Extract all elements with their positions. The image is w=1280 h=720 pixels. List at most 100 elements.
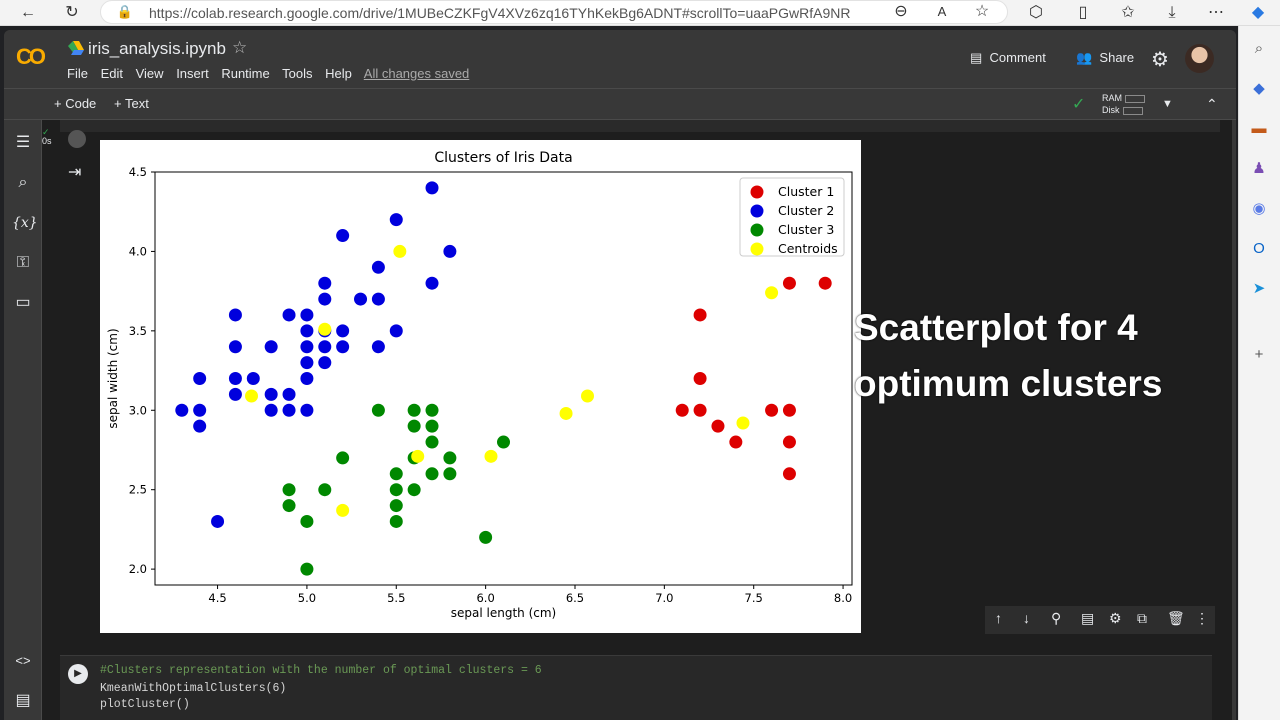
data-point-cluster-3	[497, 435, 510, 449]
comment-button[interactable]: ▤ Comment	[970, 50, 1046, 66]
tag-icon[interactable]: ◆	[1248, 78, 1270, 100]
overlay-line-2: optimum clusters	[854, 363, 1163, 404]
data-point-cluster-3	[336, 451, 350, 465]
menu-edit[interactable]: Edit	[101, 66, 123, 81]
data-point-centroids	[318, 322, 332, 336]
data-point-cluster-2	[371, 340, 385, 354]
data-point-cluster-3	[282, 483, 296, 497]
more-menu-icon[interactable]: ⋯	[1206, 3, 1226, 23]
key-icon[interactable]: ⚿	[12, 252, 34, 274]
download-icon[interactable]: ⤓	[1162, 3, 1182, 23]
address-bar[interactable]: 🔒 https://colab.research.google.com/driv…	[100, 0, 1008, 24]
more-vert-icon[interactable]: ⋮	[1195, 610, 1209, 627]
x-tick-label: 7.0	[655, 591, 673, 605]
lock-icon[interactable]: 🔒	[115, 2, 135, 22]
data-point-cluster-2	[336, 340, 350, 354]
notebook-title[interactable]: iris_analysis.ipynb	[88, 39, 226, 59]
move-down-icon[interactable]: ↓	[1023, 610, 1030, 626]
back-icon[interactable]: ←	[18, 3, 38, 23]
y-tick-label: 3.5	[129, 324, 147, 338]
plot-output: Clusters of Iris Data sepal length (cm) se…	[100, 140, 861, 633]
disk-bar	[1122, 106, 1143, 115]
folder-icon[interactable]: ▭	[12, 292, 34, 314]
copilot-icon[interactable]: ◆	[1248, 3, 1268, 23]
comment-cell-icon[interactable]: ▤	[1081, 610, 1094, 627]
exec-time: 0s	[42, 136, 52, 146]
reload-icon[interactable]: ↻	[62, 3, 82, 23]
menu-runtime[interactable]: Runtime	[221, 66, 269, 81]
data-point-cluster-2	[425, 276, 439, 290]
cell-settings-icon[interactable]: ⚙	[1109, 610, 1122, 627]
add-text-button[interactable]: + Text	[114, 96, 149, 111]
x-tick-label: 6.0	[476, 591, 494, 605]
data-point-cluster-2	[318, 356, 332, 370]
legend-label: Cluster 2	[778, 203, 834, 218]
data-point-cluster-2	[282, 308, 296, 322]
collapse-icon[interactable]: ⌃	[1206, 96, 1218, 113]
data-point-cluster-2	[389, 213, 403, 227]
star-icon[interactable]: ☆	[232, 38, 247, 58]
favorite-star-icon[interactable]: ☆	[972, 2, 992, 22]
search-icon[interactable]: ⌕	[1248, 38, 1270, 60]
variables-icon[interactable]: {x}	[12, 212, 38, 234]
run-code-icon[interactable]: ▶	[68, 664, 88, 684]
data-point-cluster-2	[228, 372, 242, 385]
data-point-cluster-3	[407, 403, 421, 417]
share-button[interactable]: 👥 Share	[1076, 50, 1134, 66]
toc-icon[interactable]: ☰	[12, 132, 34, 154]
menu-view[interactable]: View	[136, 66, 164, 81]
gear-icon[interactable]: ⚙	[1151, 47, 1169, 72]
colab-logo[interactable]: CO	[16, 44, 46, 70]
data-point-cluster-2	[371, 292, 385, 306]
menu-insert[interactable]: Insert	[176, 66, 209, 81]
move-up-icon[interactable]: ↑	[995, 610, 1002, 626]
data-point-centroids	[411, 449, 425, 463]
legend-marker	[750, 223, 764, 237]
menu-tools[interactable]: Tools	[282, 66, 312, 81]
resource-monitor[interactable]: RAM Disk	[1102, 92, 1145, 116]
save-status[interactable]: All changes saved	[364, 66, 470, 81]
data-point-cluster-2	[228, 340, 242, 354]
code-snippets-icon[interactable]: <>	[12, 650, 34, 672]
data-point-cluster-1	[693, 372, 707, 385]
toolbox-icon[interactable]: ▬	[1248, 118, 1270, 140]
data-point-cluster-1	[675, 403, 689, 417]
outlook-icon[interactable]: O	[1248, 238, 1270, 260]
data-point-cluster-2	[282, 387, 296, 401]
copilot-app-icon[interactable]: ◉	[1248, 198, 1270, 220]
extensions-icon[interactable]: ⬡	[1026, 3, 1046, 23]
data-point-centroids	[336, 503, 350, 517]
add-code-button[interactable]: + Code	[54, 96, 96, 111]
run-cell-button[interactable]	[68, 130, 86, 148]
zoom-icon[interactable]: ⊖	[891, 2, 911, 22]
data-point-centroids	[559, 406, 573, 420]
favorites-icon[interactable]: ✩	[1118, 3, 1138, 23]
data-point-cluster-1	[711, 419, 725, 433]
chess-icon[interactable]: ♟	[1248, 158, 1270, 180]
menu-file[interactable]: File	[67, 66, 88, 81]
split-screen-icon[interactable]: ▯	[1073, 3, 1093, 23]
data-point-cluster-2	[193, 372, 207, 385]
app-header: CO iris_analysis.ipynb ☆ File Edit View …	[4, 30, 1236, 86]
command-palette-icon[interactable]: ▤	[12, 690, 34, 712]
delete-icon[interactable]: 🗑	[1167, 610, 1185, 627]
mirror-cell-icon[interactable]: ⧉	[1137, 610, 1147, 627]
scatter-chart: Clusters of Iris Data sepal length (cm) se…	[106, 150, 853, 620]
link-icon[interactable]: ⚲	[1051, 610, 1061, 627]
legend-marker	[750, 204, 764, 218]
browser-sidebar: ⌕ ◆ ▬ ♟ ◉ O ➤ +	[1238, 26, 1280, 720]
code-cell[interactable]: ▶ #Clusters representation with the numb…	[60, 655, 1212, 720]
legend-marker	[750, 242, 764, 256]
read-aloud-icon[interactable]: A	[932, 2, 952, 22]
avatar[interactable]	[1185, 44, 1214, 73]
menu-help[interactable]: Help	[325, 66, 352, 81]
send-icon[interactable]: ➤	[1248, 278, 1270, 300]
output-menu-icon[interactable]: ⇥	[68, 162, 81, 182]
ram-label: RAM	[1102, 93, 1122, 103]
data-point-cluster-3	[389, 514, 403, 528]
add-icon[interactable]: +	[1248, 344, 1270, 366]
data-point-cluster-3	[300, 562, 314, 576]
chevron-down-icon[interactable]: ▼	[1162, 98, 1173, 110]
legend-label: Cluster 3	[778, 222, 834, 237]
search-icon[interactable]: ⌕	[12, 172, 34, 194]
